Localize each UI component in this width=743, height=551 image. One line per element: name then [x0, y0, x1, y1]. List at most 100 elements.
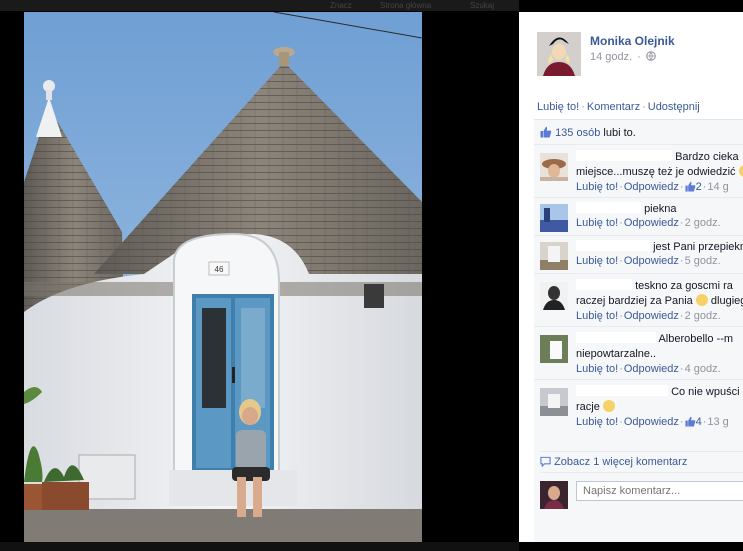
nav-item-ghost[interactable]: Znacz: [330, 1, 352, 10]
write-comment-input[interactable]: [576, 481, 743, 501]
top-navigation-bar: Znacz Strona główna Szukaj: [0, 0, 519, 11]
commenter-name-redacted[interactable]: [576, 385, 668, 396]
comment-meta: Lubię to!·Odpowiedz·2 godz.: [576, 217, 721, 229]
comment-line: Bardzo cieka: [675, 151, 739, 163]
thumbs-up-icon: [540, 126, 552, 138]
comment-like-link[interactable]: Lubię to!: [576, 181, 618, 193]
post-actions: Lubię to! · Komentarz · Udostępnij: [537, 101, 700, 113]
comment-like-link[interactable]: Lubię to!: [576, 255, 618, 267]
comment-text: teskno za goscmi ra raczej bardziej za P…: [576, 279, 743, 309]
share-post-link[interactable]: Udostępnij: [648, 101, 700, 113]
comment-bubble-icon: [540, 456, 551, 468]
view-more-comments[interactable]: Zobacz 1 więcej komentarz: [540, 451, 743, 468]
comment-age[interactable]: 14 g: [707, 181, 728, 193]
comment-reply-link[interactable]: Odpowiedz: [624, 255, 679, 267]
commenter-avatar[interactable]: [540, 388, 568, 416]
nav-item-ghost[interactable]: Strona główna: [380, 1, 431, 10]
trullo-photo-image: 46: [24, 12, 422, 542]
comment-item: Alberobello --m niepowtarzalne.. Lubię t…: [534, 326, 743, 380]
write-comment-row: [540, 472, 743, 509]
comment-reply-link[interactable]: Odpowiedz: [624, 181, 679, 193]
comment-text: Bardzo cieka miejsce...muszę też je odwi…: [576, 150, 743, 180]
comment-line: racje: [576, 401, 600, 413]
comment-item: Bardzo cieka miejsce...muszę też je odwi…: [534, 144, 743, 198]
comment-text: Co nie wpuści racje: [576, 385, 743, 415]
post-time[interactable]: 14 godz.: [590, 51, 632, 63]
author-avatar-image: [537, 32, 581, 76]
commenter-name-redacted[interactable]: [576, 150, 672, 161]
commenter-avatar[interactable]: [540, 153, 568, 181]
viewer-bottom-strip: [0, 542, 519, 551]
comment-meta: Lubię to!·Odpowiedz· 4·13 g: [576, 416, 729, 428]
commenter-avatar-image: [540, 242, 568, 270]
time-separator: ·: [637, 51, 641, 63]
comment-meta: Lubię to!·Odpowiedz· 2·14 g: [576, 181, 729, 193]
smiley-emoji-icon: [738, 165, 743, 177]
comment-item: piekna Lubię to!·Odpowiedz·2 godz.: [534, 197, 743, 236]
commenter-name-redacted[interactable]: [576, 202, 641, 213]
smiley-emoji-icon: [602, 400, 615, 412]
comment-age[interactable]: 13 g: [707, 416, 728, 428]
view-more-comments-label[interactable]: Zobacz 1 więcej komentarz: [554, 456, 687, 468]
commenter-avatar-image: [540, 388, 568, 416]
thumbs-up-icon: [685, 181, 695, 192]
commenter-avatar-image: [540, 153, 568, 181]
commenter-avatar[interactable]: [540, 282, 568, 310]
comments-section: 135 osób lubi to. Bardzo cieka miejsce..…: [534, 119, 743, 542]
commenter-name-redacted[interactable]: [576, 240, 650, 251]
door-number-plate: 46: [215, 265, 224, 274]
comment-age[interactable]: 2 godz.: [685, 217, 721, 229]
comment-like-link[interactable]: Lubię to!: [576, 217, 618, 229]
post-timestamp[interactable]: 14 godz. ·: [590, 51, 656, 63]
commenter-avatar[interactable]: [540, 335, 568, 363]
current-user-avatar: [540, 481, 568, 509]
comment-text: Alberobello --m niepowtarzalne..: [576, 332, 743, 362]
current-user-avatar-image: [540, 481, 568, 509]
comment-like-link[interactable]: Lubię to!: [576, 363, 618, 375]
comment-age[interactable]: 5 godz.: [685, 255, 721, 267]
comment-age[interactable]: 4 godz.: [685, 363, 721, 375]
comment-reply-link[interactable]: Odpowiedz: [624, 310, 679, 322]
comment-like-count[interactable]: 2: [696, 181, 702, 193]
thumbs-up-icon: [685, 416, 695, 427]
commenter-avatar[interactable]: [540, 204, 568, 232]
post-photo[interactable]: 46: [24, 12, 422, 542]
commenter-avatar-image: [540, 282, 568, 310]
comment-reply-link[interactable]: Odpowiedz: [624, 416, 679, 428]
comment-text: jest Pani przepiekn: [576, 240, 743, 255]
author-avatar[interactable]: [537, 32, 581, 76]
comment-post-link[interactable]: Komentarz: [587, 101, 640, 113]
photo-viewer-stage: Znacz Strona główna Szukaj 46: [0, 0, 519, 551]
comment-meta: Lubię to!·Odpowiedz·2 godz.: [576, 310, 721, 322]
smiley-emoji-icon: [695, 294, 708, 306]
commenter-name-redacted[interactable]: [576, 279, 632, 290]
like-post-link[interactable]: Lubię to!: [537, 101, 579, 113]
action-separator: ·: [581, 101, 585, 113]
commenter-name-redacted[interactable]: [576, 332, 656, 343]
comment-item: jest Pani przepiekn Lubię to!·Odpowiedz·…: [534, 235, 743, 274]
comment-age[interactable]: 2 godz.: [685, 310, 721, 322]
author-name-link[interactable]: Monika Olejnik: [590, 34, 675, 48]
comment-reply-link[interactable]: Odpowiedz: [624, 217, 679, 229]
comment-reply-link[interactable]: Odpowiedz: [624, 363, 679, 375]
comment-line: miejsce...muszę też je odwiedzić: [576, 166, 736, 178]
likes-summary: 135 osób lubi to.: [540, 126, 636, 139]
comment-line: Alberobello --m: [658, 333, 734, 345]
comment-meta: Lubię to!·Odpowiedz·4 godz.: [576, 363, 721, 375]
comment-like-count[interactable]: 4: [696, 416, 702, 428]
commenter-avatar-image: [540, 335, 568, 363]
comment-meta: Lubię to!·Odpowiedz·5 godz.: [576, 255, 721, 267]
comment-like-link[interactable]: Lubię to!: [576, 416, 618, 428]
post-sidebar: Monika Olejnik 14 godz. · Lubię to! · Kome…: [519, 12, 743, 542]
comment-line: raczej bardziej za Pania: [576, 295, 693, 307]
comment-line: Co nie wpuści: [671, 386, 740, 398]
globe-icon[interactable]: [646, 51, 656, 61]
likes-count-link[interactable]: 135 osób: [555, 127, 600, 139]
comment-like-link[interactable]: Lubię to!: [576, 310, 618, 322]
comment-line: niepowtarzalne..: [576, 348, 657, 360]
comment-line: teskno za goscmi ra: [635, 280, 733, 292]
comment-line: piekna: [644, 203, 677, 215]
nav-item-ghost[interactable]: Szukaj: [470, 1, 494, 10]
commenter-avatar-image: [540, 204, 568, 232]
commenter-avatar[interactable]: [540, 242, 568, 270]
